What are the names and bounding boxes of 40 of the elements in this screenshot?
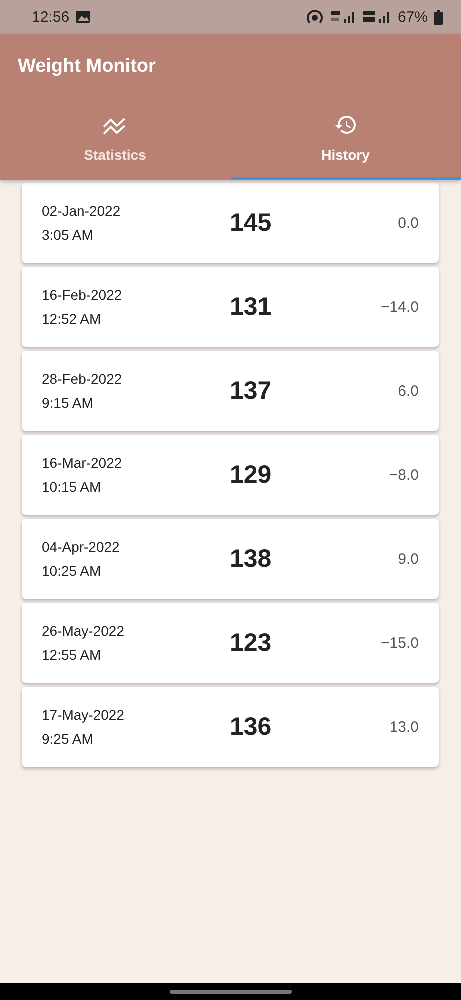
weight-change: −14.0 (381, 298, 419, 316)
weight-change: −8.0 (389, 466, 419, 484)
signal-icon (362, 10, 392, 24)
entry-date: 17-May-2022 (42, 707, 126, 723)
image-icon (76, 11, 90, 23)
clock: 12:56 (32, 8, 70, 26)
entry-time: 9:15 AM (42, 395, 94, 411)
entry-date: 28-Feb-2022 (42, 371, 124, 387)
entry-date: 04-Apr-2022 (42, 539, 121, 555)
entry-time: 12:55 AM (42, 647, 102, 663)
tab[interactable]: Statistics (0, 96, 230, 180)
entry-time: 12:52 AM (42, 311, 102, 327)
entry-time: 3:05 AM (42, 227, 94, 243)
history-icon (332, 113, 359, 137)
weight-value: 129 (229, 460, 272, 490)
weight-value: 145 (229, 208, 272, 238)
weight-value: 131 (229, 292, 272, 322)
weight-change: 13.0 (390, 718, 419, 736)
weight-change: −15.0 (381, 634, 419, 652)
entry-time: 10:25 AM (42, 563, 102, 579)
hotspot-icon (306, 9, 324, 25)
signal-icon (330, 10, 356, 24)
home-handle[interactable] (170, 990, 292, 994)
entry-date: 16-Mar-2022 (42, 455, 124, 471)
entry-time: 10:15 AM (42, 479, 102, 495)
weight-change: 9.0 (398, 550, 419, 568)
weight-value: 138 (229, 544, 272, 574)
battery-icon (434, 10, 443, 24)
weight-value: 136 (229, 712, 272, 742)
weight-value: 137 (229, 376, 272, 406)
tab[interactable]: History (230, 96, 461, 180)
entry-date: 02-Jan-2022 (42, 203, 122, 219)
weight-change: 0.0 (398, 214, 419, 232)
entry-date: 16-Feb-2022 (42, 287, 124, 303)
weight-change: 6.0 (398, 382, 419, 400)
weight-value: 123 (229, 628, 272, 658)
entry-date: 26-May-2022 (42, 623, 126, 639)
app-title: Weight Monitor (17, 55, 157, 79)
battery-level: 67% (398, 8, 428, 26)
entry-time: 9:25 AM (42, 731, 94, 747)
